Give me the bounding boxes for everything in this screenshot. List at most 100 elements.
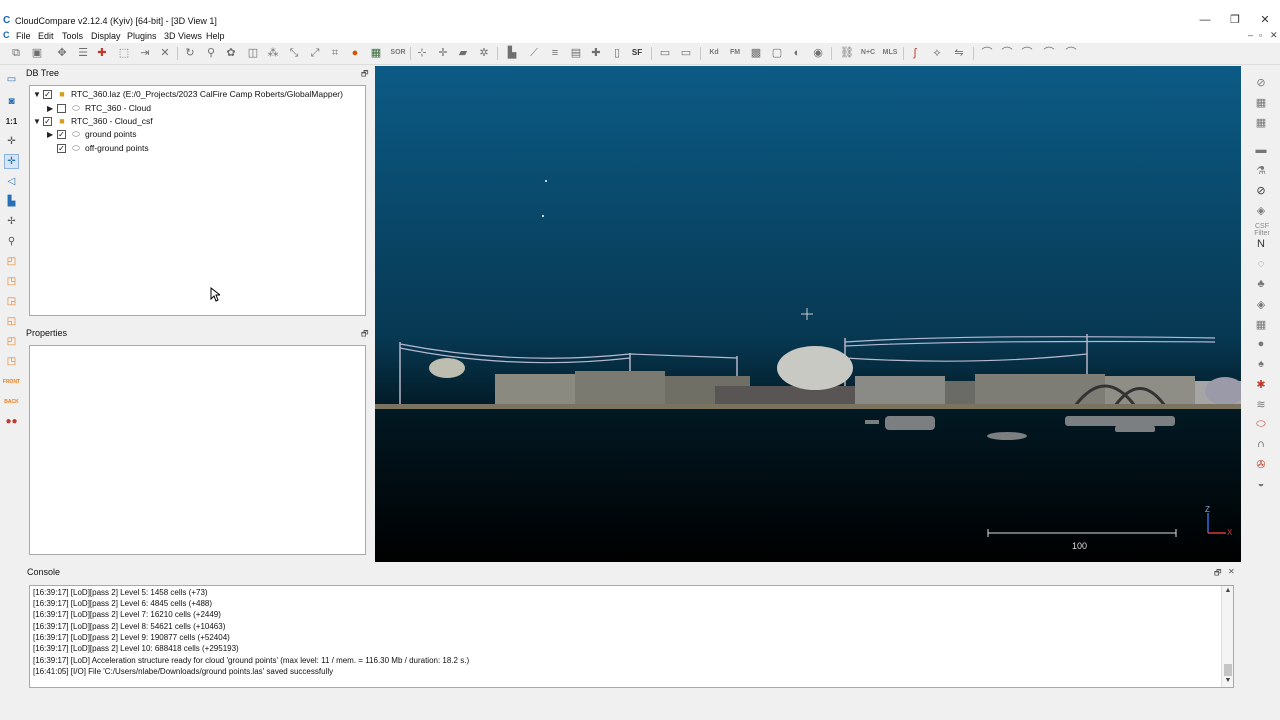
target-icon[interactable]: ✱ xyxy=(1253,376,1269,392)
zoom-1-1-button[interactable]: 1:1 xyxy=(4,114,19,129)
fm-button[interactable]: FM xyxy=(727,46,743,60)
sample-icon[interactable]: ✿ xyxy=(224,46,238,60)
sf-button[interactable]: SF xyxy=(628,46,646,60)
visibility-checkbox[interactable]: ✓ xyxy=(57,129,66,139)
view-mode-2-icon[interactable]: ⌒ xyxy=(1000,46,1014,60)
fly-icon[interactable]: ◁ xyxy=(4,174,19,189)
qrcode-icon[interactable]: ▦ xyxy=(1253,94,1269,110)
gradient-icon[interactable]: ⟋ xyxy=(527,46,541,60)
grid-icon[interactable]: ▦ xyxy=(1253,114,1269,130)
clap-icon[interactable]: ▬ xyxy=(1253,142,1269,158)
sf-arith-icon[interactable]: ▤ xyxy=(569,46,583,60)
pivot-icon[interactable]: ✛ xyxy=(4,134,19,149)
auto-pivot-icon[interactable]: ✛ xyxy=(4,154,19,169)
menu-edit[interactable]: Edit xyxy=(38,31,54,41)
pin-icon[interactable]: ⚲ xyxy=(204,46,218,60)
distance-icon[interactable]: ⤢ xyxy=(308,46,322,60)
tree-item-ground-points[interactable]: ▶ ✓ ⬭ ground points xyxy=(47,128,137,140)
rgb-icon[interactable]: ♠ xyxy=(1253,356,1269,372)
back-cube-icon[interactable]: ◱ xyxy=(4,314,19,329)
csf-filter-label[interactable]: CSF Filter xyxy=(1247,223,1277,237)
color-icon[interactable]: ● xyxy=(348,46,362,60)
mdi-restore-button[interactable]: ▫ xyxy=(1259,30,1262,40)
compass-icon[interactable]: ⊘ xyxy=(1253,74,1269,90)
console-close-icon[interactable]: ✕ xyxy=(1228,567,1235,576)
expand-arrow-icon[interactable]: ▼ xyxy=(33,117,43,126)
classify2-icon[interactable]: ▭ xyxy=(679,46,693,60)
star-icon[interactable]: ✲ xyxy=(477,46,491,60)
front-view-button[interactable]: FRONT xyxy=(3,374,20,389)
dome-icon[interactable]: ◒ xyxy=(1253,476,1269,492)
sphere-icon[interactable]: ◐ xyxy=(790,46,804,60)
delete-sf-icon[interactable]: ▯ xyxy=(610,46,624,60)
cc-icon[interactable]: ⌗ xyxy=(328,46,342,60)
menu-display[interactable]: Display xyxy=(91,31,121,41)
bubble-icon[interactable]: ◌ xyxy=(1253,256,1269,272)
scroll-down-icon[interactable]: ▼ xyxy=(1222,677,1233,687)
save-icon[interactable]: ▣ xyxy=(30,46,44,60)
plane-icon[interactable]: ▰ xyxy=(456,46,470,60)
gauge-icon[interactable]: ⊘ xyxy=(1253,182,1269,198)
bottom-cube-icon[interactable]: ◳ xyxy=(4,354,19,369)
pick-icon[interactable]: ✚ xyxy=(95,46,109,60)
delete-icon[interactable]: ✕ xyxy=(158,46,172,60)
tree-item-rtc360-laz[interactable]: ▼ ✓ ■ RTC_360.laz (E:/0_Projects/2023 Ca… xyxy=(33,88,343,100)
add-sf-icon[interactable]: ✚ xyxy=(589,46,603,60)
open-icon[interactable]: ⧉ xyxy=(9,46,23,60)
visibility-checkbox[interactable]: ✓ xyxy=(43,89,52,99)
view-screen-icon[interactable]: ▭ xyxy=(4,72,19,87)
segment-icon[interactable]: ✥ xyxy=(55,46,69,60)
menu-help[interactable]: Help xyxy=(206,31,225,41)
compare-icon[interactable]: ⇋ xyxy=(952,46,966,60)
dbtree-panel[interactable]: ▼ ✓ ■ RTC_360.laz (E:/0_Projects/2023 Ca… xyxy=(29,85,366,316)
normal-icon[interactable]: ⊹ xyxy=(415,46,429,60)
mesh-icon[interactable]: ▩ xyxy=(749,46,763,60)
menu-file[interactable]: File xyxy=(16,31,31,41)
tree-item-rtc360-cloud[interactable]: ▶ ⬭ RTC_360 - Cloud xyxy=(47,102,151,114)
rotate-icon[interactable]: ↻ xyxy=(183,46,197,60)
visibility-checkbox[interactable] xyxy=(57,103,66,113)
mdi-minimize-button[interactable]: – xyxy=(1248,30,1253,40)
menu-3d-views[interactable]: 3D Views xyxy=(164,31,202,41)
expand-arrow-icon[interactable]: ▼ xyxy=(33,90,43,99)
mdi-close-button[interactable]: ✕ xyxy=(1270,30,1278,41)
front-cube-icon[interactable]: ◳ xyxy=(4,274,19,289)
visibility-checkbox[interactable]: ✓ xyxy=(43,116,52,126)
translate-icon[interactable]: ✛ xyxy=(436,46,450,60)
profile-icon[interactable]: ⟡ xyxy=(930,46,944,60)
scroll-up-icon[interactable]: ▲ xyxy=(1222,587,1233,597)
box-icon[interactable]: ▢ xyxy=(770,46,784,60)
texture-icon[interactable]: ▦ xyxy=(369,46,383,60)
grid-2-icon[interactable]: ▦ xyxy=(1253,316,1269,332)
kd-button[interactable]: Kd xyxy=(706,46,722,60)
expand-arrow-icon[interactable]: ▶ xyxy=(47,104,57,113)
menu-tools[interactable]: Tools xyxy=(62,31,83,41)
classify-icon[interactable]: ▭ xyxy=(658,46,672,60)
properties-float-icon[interactable]: 🗗 xyxy=(361,328,369,342)
zoom-icon[interactable]: ⚲ xyxy=(4,234,19,249)
menu-plugins[interactable]: Plugins xyxy=(127,31,157,41)
subsample-icon[interactable]: ◫ xyxy=(246,46,260,60)
shield-icon[interactable]: ◈ xyxy=(1253,202,1269,218)
n-plus-c-button[interactable]: N+C xyxy=(858,46,878,60)
merge-icon[interactable]: ⇥ xyxy=(138,46,152,60)
view-mode-5-icon[interactable]: ⌒ xyxy=(1064,46,1078,60)
tree-item-off-ground-points[interactable]: ✓ ⬭ off-ground points xyxy=(47,142,149,154)
brush-icon[interactable]: ⚗ xyxy=(1253,162,1269,178)
shield-2-icon[interactable]: ◈ xyxy=(1253,296,1269,312)
mls-button[interactable]: MLS xyxy=(880,46,900,60)
stereo-icon[interactable]: ●● xyxy=(4,414,19,429)
globe-icon[interactable]: ◉ xyxy=(811,46,825,60)
sf-filter-icon[interactable]: ≡ xyxy=(548,46,562,60)
left-cube-icon[interactable]: ◲ xyxy=(4,294,19,309)
scale-icon[interactable]: ⤡ xyxy=(287,46,301,60)
layer-icon[interactable]: ▙ xyxy=(4,194,19,209)
minimize-button[interactable]: — xyxy=(1194,12,1216,28)
sensor-icon[interactable]: ✇ xyxy=(1253,456,1269,472)
sor-filter-button[interactable]: SOR xyxy=(388,46,408,60)
link-icon[interactable]: ⛓ xyxy=(840,46,854,60)
histogram-icon[interactable]: ▙ xyxy=(505,46,519,60)
section-icon[interactable]: ʃ xyxy=(908,46,922,60)
list-icon[interactable]: ☰ xyxy=(76,46,90,60)
tree-icon[interactable]: ♣ xyxy=(1253,276,1269,292)
